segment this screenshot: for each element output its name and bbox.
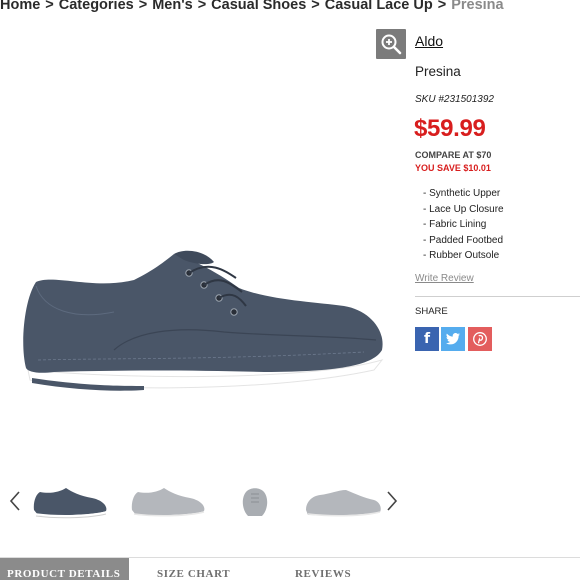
- breadcrumb-separator: >: [311, 0, 320, 13]
- feature-item: - Rubber Outsole: [423, 250, 500, 261]
- breadcrumb-categories-link[interactable]: Categories: [59, 0, 134, 13]
- tab-size-chart[interactable]: SIZE CHART: [157, 558, 230, 580]
- breadcrumb-mens-link[interactable]: Men's: [152, 0, 193, 13]
- feature-item: - Fabric Lining: [423, 219, 487, 230]
- product-main-image[interactable]: [14, 240, 394, 410]
- breadcrumb-separator: >: [138, 0, 148, 13]
- twitter-icon: [446, 333, 460, 345]
- tab-product-details[interactable]: PRODUCT DETAILS: [0, 558, 129, 580]
- gallery-thumbnail[interactable]: [128, 486, 206, 520]
- gallery-prev-arrow[interactable]: [8, 490, 22, 512]
- compare-at-price: COMPARE AT $70: [415, 150, 492, 160]
- write-review-link[interactable]: Write Review: [415, 273, 474, 284]
- share-facebook-button[interactable]: f: [415, 327, 439, 351]
- zoom-in-icon: [381, 34, 402, 55]
- gallery-thumbnail[interactable]: [304, 486, 382, 520]
- divider: [415, 296, 580, 297]
- breadcrumb-casual-lace-up-link[interactable]: Casual Lace Up: [325, 0, 433, 13]
- breadcrumb-separator: >: [45, 0, 54, 13]
- gallery-next-arrow[interactable]: [385, 490, 399, 512]
- breadcrumb-separator: >: [437, 0, 447, 13]
- pinterest-icon: [473, 332, 487, 346]
- product-price: $59.99: [414, 115, 486, 142]
- share-twitter-button[interactable]: [441, 327, 465, 351]
- zoom-button[interactable]: [376, 29, 406, 59]
- gallery-thumbnail[interactable]: [216, 486, 294, 520]
- feature-item: - Lace Up Closure: [423, 203, 504, 215]
- breadcrumb: Home > Categories > Men's > Casual Shoes > Casua…: [0, 0, 580, 13]
- share-label: SHARE: [415, 306, 448, 317]
- product-sku: SKU #231501392: [415, 94, 494, 105]
- brand-link[interactable]: Aldo: [415, 33, 443, 49]
- share-pinterest-button[interactable]: [468, 327, 492, 351]
- breadcrumb-home-link[interactable]: Home: [0, 0, 40, 13]
- breadcrumb-current: Presina: [451, 0, 504, 13]
- product-name: Presina: [415, 64, 461, 79]
- you-save-amount: YOU SAVE $10.01: [415, 163, 491, 173]
- breadcrumb-separator: >: [197, 0, 207, 13]
- feature-item: - Padded Footbed: [423, 234, 504, 246]
- facebook-icon: f: [423, 331, 431, 347]
- feature-item: - Synthetic Upper: [423, 188, 501, 199]
- gallery-thumbnail[interactable]: [30, 486, 108, 520]
- feature-list: - Synthetic Upper - Lace Up Closure - Fa…: [423, 186, 504, 264]
- breadcrumb-casual-shoes-link[interactable]: Casual Shoes: [211, 0, 306, 13]
- tab-reviews[interactable]: REVIEWS: [295, 558, 351, 580]
